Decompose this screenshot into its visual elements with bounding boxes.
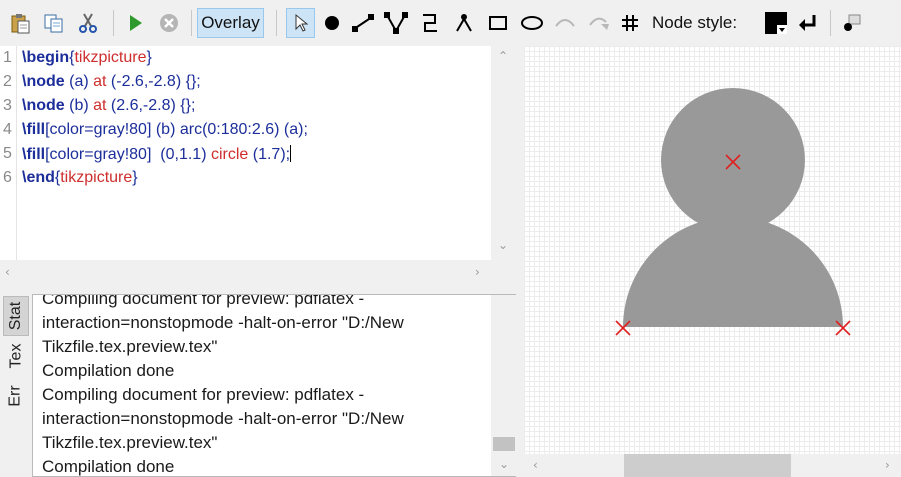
code-token: \node <box>22 97 65 114</box>
log-line: Compilation done <box>42 361 175 380</box>
code-token: (2.6,-2.8) {}; <box>106 97 196 114</box>
scroll-right-icon[interactable]: › <box>475 265 480 279</box>
code-token: (a) <box>64 73 94 90</box>
log-line: Compiling document for preview: pdflatex… <box>42 385 365 404</box>
scroll-left-icon[interactable]: ‹ <box>533 458 538 472</box>
scroll-down-icon[interactable]: ⌄ <box>499 457 509 471</box>
scroll-up-icon[interactable]: ⌃ <box>498 49 508 63</box>
code-token: } <box>132 169 138 186</box>
tab-label: Err <box>6 385 24 407</box>
editor-vertical-scrollbar[interactable]: ⌃ ⌄ <box>491 46 516 260</box>
copy-icon[interactable] <box>40 8 68 38</box>
return-icon[interactable] <box>794 8 822 38</box>
edge-icon[interactable] <box>349 8 377 38</box>
grid-icon[interactable] <box>617 8 643 38</box>
log-output[interactable]: Compiling document for preview: pdflatex… <box>32 294 518 477</box>
tab-label: Stat <box>7 301 24 331</box>
line-number: 3 <box>3 97 12 114</box>
ellipse-icon[interactable] <box>518 8 546 38</box>
log-line: Tikzfile.tex.preview.tex" <box>42 433 218 452</box>
tree-icon[interactable] <box>450 8 478 38</box>
code-token: } <box>146 49 152 66</box>
code-token: \fill <box>22 121 46 138</box>
line-number-gutter: 1 2 3 4 5 6 <box>0 46 17 260</box>
color-swatch-icon[interactable] <box>762 8 790 38</box>
code-line[interactable]: \node (a) at (-2.6,-2.8) {}; <box>22 73 201 91</box>
code-token: (1.7); <box>248 146 291 163</box>
v-edge-icon[interactable] <box>382 8 410 38</box>
code-token: \fill <box>22 146 46 163</box>
log-line: interaction=nonstopmode -halt-on-error "… <box>42 313 404 332</box>
line-number: 1 <box>3 49 12 66</box>
code-editor[interactable]: 1 2 3 4 5 6 \begin{tikzpicture} \node (a… <box>0 46 516 285</box>
code-line[interactable]: \node (b) at (2.6,-2.8) {}; <box>22 97 195 115</box>
node-icon[interactable] <box>318 8 346 38</box>
code-line[interactable]: \fill[color=gray!80] (b) arc(0:180:2.6) … <box>22 121 308 139</box>
tikz-preview-canvas[interactable] <box>524 46 901 454</box>
line-number: 6 <box>3 169 12 186</box>
tab-tex[interactable]: Tex <box>3 336 29 376</box>
log-panel: Stat Tex Err Compiling document for prev… <box>0 292 518 477</box>
preview-drawing <box>615 88 851 336</box>
node-marker-x-icon[interactable] <box>835 320 851 336</box>
run-icon[interactable] <box>121 8 149 38</box>
log-line: interaction=nonstopmode -halt-on-error "… <box>42 409 404 428</box>
panel-splitter[interactable] <box>516 46 524 477</box>
code-token: \end <box>22 169 55 186</box>
code-line[interactable]: \begin{tikzpicture} <box>22 49 152 67</box>
log-scroll-thumb[interactable] <box>493 437 515 451</box>
code-token: \begin <box>22 49 70 66</box>
scroll-right-icon[interactable]: › <box>885 458 890 472</box>
preview-scroll-thumb[interactable] <box>624 454 791 477</box>
code-line[interactable]: \fill[color=gray!80] (0,1.1) circle (1.7… <box>22 145 292 164</box>
zigzag-edge-icon[interactable] <box>416 8 444 38</box>
log-line: Tikzfile.tex.preview.tex" <box>42 337 218 356</box>
code-token: (-2.6,-2.8) {}; <box>106 73 201 90</box>
code-token: tikzpicture <box>60 169 133 186</box>
scroll-down-icon[interactable]: ⌄ <box>498 238 508 252</box>
paste-icon[interactable] <box>6 8 34 38</box>
text-caret <box>290 145 292 162</box>
node-style-label: Node style: <box>652 13 738 32</box>
overlay-button[interactable]: Overlay <box>197 8 264 38</box>
overlay-label: Overlay <box>201 13 260 32</box>
log-line: Compilation done <box>42 457 175 476</box>
code-token: [color=gray!80] (0,1.1) <box>45 146 211 163</box>
code-token: [color=gray!80] (b) arc(0:180:2.6) (a); <box>45 121 308 138</box>
line-number: 2 <box>3 73 12 90</box>
arc-icon[interactable] <box>551 8 579 38</box>
tab-errors[interactable]: Err <box>3 376 29 416</box>
log-vertical-scrollbar[interactable]: ⌄ <box>491 295 517 476</box>
line-number: 4 <box>3 121 12 138</box>
main-toolbar: Overlay Node style: <box>0 0 901 46</box>
head-circle[interactable] <box>661 88 805 232</box>
code-line[interactable]: \end{tikzpicture} <box>22 169 138 187</box>
code-token: \node <box>22 73 65 90</box>
select-arrow-icon[interactable] <box>286 8 315 38</box>
paint-bucket-icon[interactable] <box>838 8 866 38</box>
code-token: at <box>93 73 107 90</box>
code-token: circle <box>210 146 249 163</box>
code-token: at <box>93 97 107 114</box>
body-semicircle[interactable] <box>623 217 843 327</box>
tab-status[interactable]: Stat <box>3 296 29 336</box>
stop-icon[interactable] <box>155 8 183 38</box>
preview-horizontal-scrollbar[interactable]: ‹ › <box>524 454 901 477</box>
code-token: tikzpicture <box>74 49 147 66</box>
tab-label: Tex <box>7 343 24 369</box>
line-number: 5 <box>3 145 12 162</box>
code-token: (b) <box>64 97 94 114</box>
log-tab-strip: Stat Tex Err <box>0 292 32 477</box>
rectangle-icon[interactable] <box>484 8 512 38</box>
log-line: Compiling document for preview: pdflatex… <box>42 294 365 308</box>
editor-horizontal-scrollbar[interactable]: ‹ › <box>0 260 516 285</box>
arc-arrow-icon[interactable] <box>585 8 613 38</box>
scroll-left-icon[interactable]: ‹ <box>5 265 10 279</box>
cut-icon[interactable] <box>74 8 102 38</box>
node-marker-x-icon[interactable] <box>615 320 631 336</box>
